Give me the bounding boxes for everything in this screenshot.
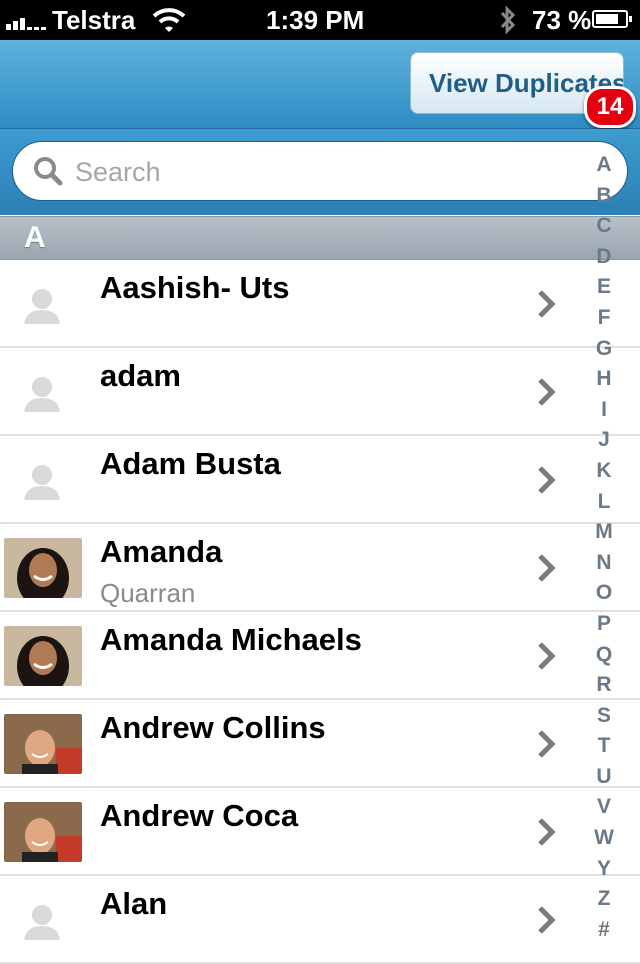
chevron-right-icon <box>538 554 556 582</box>
index-letter[interactable]: B <box>588 181 620 212</box>
clock: 1:39 PM <box>266 5 365 35</box>
index-letter[interactable]: D <box>588 242 620 273</box>
contact-photo <box>4 626 82 686</box>
index-letter[interactable]: J <box>588 425 620 456</box>
index-letter[interactable]: U <box>588 762 620 793</box>
index-letter[interactable]: F <box>588 303 620 334</box>
index-letter[interactable]: N <box>588 548 620 579</box>
index-letter[interactable]: R <box>588 670 620 701</box>
section-index[interactable]: A B C D E F G H I J K L M N O P Q R S T … <box>588 150 620 945</box>
battery-percent: 73 % <box>532 5 592 35</box>
status-bar: Telstra 1:39 PM 73 % <box>0 0 640 40</box>
chevron-right-icon <box>538 378 556 406</box>
generic-person-icon <box>4 450 82 510</box>
contact-photo <box>4 802 82 862</box>
generic-person-icon <box>4 362 82 422</box>
index-letter[interactable]: A <box>588 150 620 181</box>
chevron-right-icon <box>538 290 556 318</box>
contact-name: adam <box>100 358 181 393</box>
generic-person-icon <box>4 274 82 334</box>
contact-photo <box>4 714 82 774</box>
bluetooth-icon <box>498 5 518 42</box>
contact-row[interactable]: Adam Busta <box>0 436 640 524</box>
contact-row[interactable]: Alan <box>0 876 640 964</box>
index-letter[interactable]: T <box>588 731 620 762</box>
carrier-name: Telstra <box>52 5 136 35</box>
index-letter[interactable]: O <box>588 578 620 609</box>
wifi-icon <box>152 6 186 41</box>
search-icon <box>34 157 63 186</box>
contact-name: Amanda Michaels <box>100 622 362 657</box>
contact-name: Adam Busta <box>100 446 281 481</box>
section-header: A <box>0 216 640 260</box>
index-letter[interactable]: Y <box>588 854 620 885</box>
search-input[interactable] <box>73 150 517 194</box>
index-letter[interactable]: V <box>588 792 620 823</box>
contact-row[interactable]: adam <box>0 348 640 436</box>
chevron-right-icon <box>538 818 556 846</box>
index-letter[interactable]: Q <box>588 640 620 671</box>
contact-name: Amanda <box>100 534 223 569</box>
index-letter[interactable]: S <box>588 701 620 732</box>
generic-person-icon <box>4 890 82 950</box>
chevron-right-icon <box>538 730 556 758</box>
battery-icon <box>592 10 632 28</box>
index-letter[interactable]: I <box>588 395 620 426</box>
contact-list: Aashish- Uts adam Adam Busta Amanda Quar… <box>0 260 640 964</box>
signal-bars-icon <box>6 12 48 30</box>
contact-name: Andrew Coca <box>100 798 299 833</box>
contact-subtitle: Quarran <box>100 578 196 608</box>
contact-photo <box>4 538 82 598</box>
contact-row[interactable]: Amanda Quarran <box>0 524 640 612</box>
chevron-right-icon <box>538 642 556 670</box>
index-letter[interactable]: H <box>588 364 620 395</box>
index-letter[interactable]: # <box>588 915 620 946</box>
index-letter[interactable]: W <box>588 823 620 854</box>
index-letter[interactable]: E <box>588 272 620 303</box>
duplicates-count-badge: 14 <box>584 86 636 128</box>
index-letter[interactable]: C <box>588 211 620 242</box>
contact-row[interactable]: Aashish- Uts <box>0 260 640 348</box>
index-letter[interactable]: L <box>588 487 620 518</box>
index-letter[interactable]: G <box>588 334 620 365</box>
contact-row[interactable]: Andrew Coca <box>0 788 640 876</box>
chevron-right-icon <box>538 466 556 494</box>
contact-name: Aashish- Uts <box>100 270 290 305</box>
nav-bar: View Duplicates 14 <box>0 40 640 129</box>
contact-name: Andrew Collins <box>100 710 326 745</box>
index-letter[interactable]: Z <box>588 884 620 915</box>
contact-row[interactable]: Andrew Collins <box>0 700 640 788</box>
section-header-letter: A <box>24 221 46 254</box>
index-letter[interactable]: M <box>588 517 620 548</box>
chevron-right-icon <box>538 906 556 934</box>
search-field[interactable] <box>12 141 628 201</box>
search-bar <box>0 129 640 215</box>
contact-row[interactable]: Amanda Michaels <box>0 612 640 700</box>
index-letter[interactable]: P <box>588 609 620 640</box>
index-letter[interactable]: K <box>588 456 620 487</box>
contact-name: Alan <box>100 886 168 921</box>
